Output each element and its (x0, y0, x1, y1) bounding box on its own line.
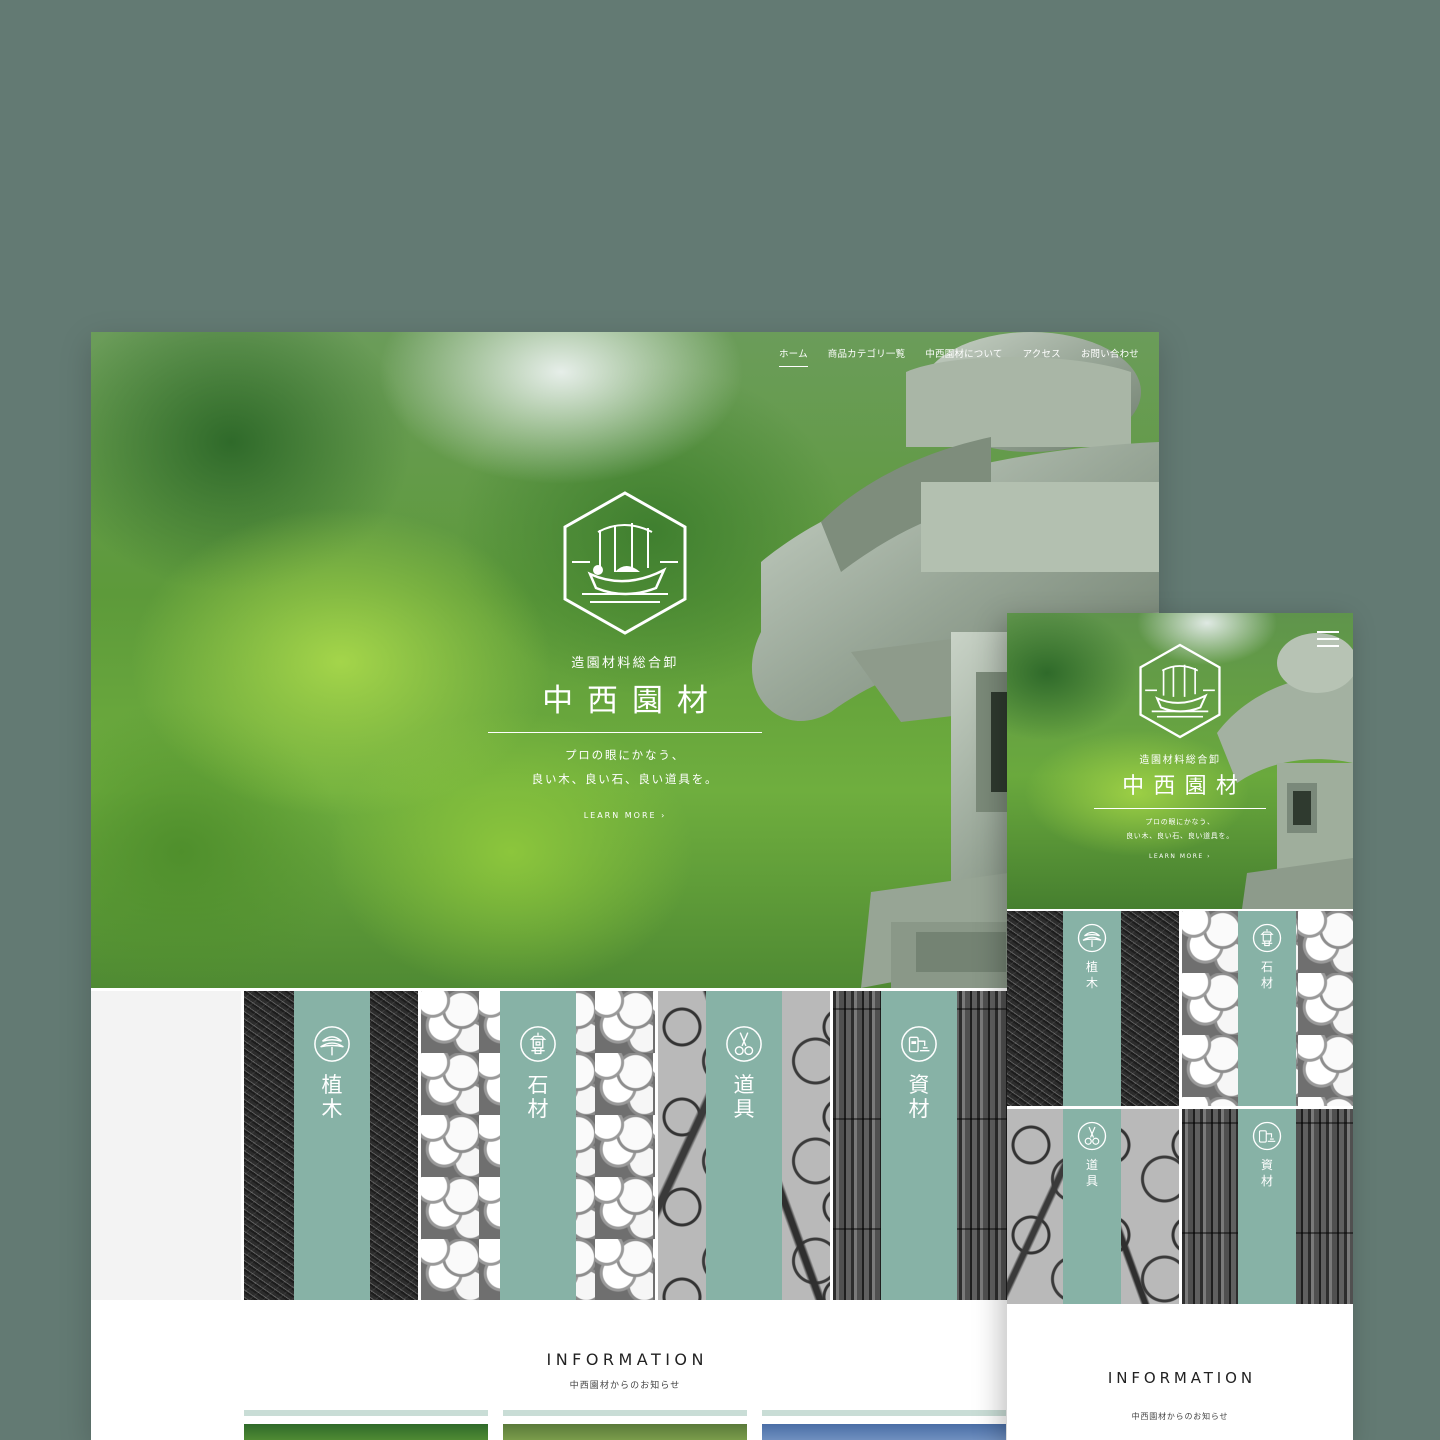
nav-home[interactable]: ホーム (778, 346, 808, 367)
mobile-hero-section: 造園材料総合卸 中西園材 プロの眼にかなう、 良い木、良い石、良い道具を。 LE… (1007, 613, 1353, 909)
category-label-line1: 植 (1085, 960, 1098, 974)
stone-lantern-icon (520, 1026, 556, 1062)
news-card-bar (503, 1410, 747, 1416)
hero-section: ホーム 商品カテゴリ一覧 中西園材について アクセス お問い合わせ 造園材料総合… (91, 332, 1159, 988)
mobile-hero-copy-line1: プロの眼にかなう、 (1145, 818, 1215, 826)
nav-categories[interactable]: 商品カテゴリ一覧 (828, 346, 906, 367)
mobile-category-tile-stone[interactable]: 石 材 (1182, 911, 1353, 1106)
stone-lantern-icon (1252, 923, 1282, 953)
nav-access[interactable]: アクセス (1023, 346, 1061, 367)
mobile-hero-copy-line2: 良い木、良い石、良い道具を。 (1126, 832, 1234, 840)
shears-icon (726, 1026, 762, 1062)
mobile-category-tile-tools[interactable]: 道 具 (1007, 1109, 1179, 1304)
sprayer-icon (1252, 1121, 1282, 1151)
category-label-line2: 木 (1085, 976, 1098, 990)
category-label-line2: 材 (908, 1097, 930, 1121)
hero-company-name: 中西園材 (542, 683, 722, 719)
category-band: 石 材 (500, 991, 576, 1300)
news-card-image (503, 1424, 747, 1440)
mobile-hero-company-name: 中西園材 (1122, 774, 1248, 799)
category-label-line2: 材 (527, 1097, 549, 1121)
category-label-line2: 材 (1260, 976, 1273, 990)
mobile-mockup: 造園材料総合卸 中西園材 プロの眼にかなう、 良い木、良い石、良い道具を。 LE… (1007, 613, 1353, 1440)
category-band: 植 木 (294, 991, 370, 1300)
pine-tree-icon (314, 1026, 350, 1062)
category-tile-trees[interactable]: 植 木 (244, 991, 418, 1300)
news-card-image (762, 1424, 1006, 1440)
category-band: 植 木 (1063, 911, 1121, 1106)
hamburger-menu-icon[interactable] (1317, 631, 1339, 647)
mobile-information-heading: INFORMATION (1107, 1369, 1256, 1387)
category-spacer (91, 991, 241, 1300)
category-band: 資 材 (1238, 1109, 1296, 1304)
news-card-bar (244, 1410, 488, 1416)
category-band: 石 材 (1238, 911, 1296, 1106)
treasure-ship-logo-icon (563, 491, 687, 635)
treasure-ship-logo-icon (1139, 643, 1221, 739)
information-section: INFORMATION 中西園材からのお知らせ (91, 1300, 1159, 1440)
category-label-line2: 木 (321, 1097, 343, 1121)
news-card[interactable] (503, 1410, 747, 1440)
learn-more-link[interactable]: LEARN MORE › (485, 811, 765, 820)
mobile-hero-kicker: 造園材料総合卸 (1139, 755, 1221, 766)
category-label-line2: 具 (1085, 1174, 1098, 1188)
hero-kicker: 造園材料総合卸 (571, 656, 679, 671)
mobile-category-grid: 植 木 石 材 道 具 資 材 (1007, 909, 1353, 1309)
global-nav: ホーム 商品カテゴリ一覧 中西園材について アクセス お問い合わせ (778, 346, 1139, 367)
category-tile-stone[interactable]: 石 材 (421, 991, 655, 1300)
news-card-image (244, 1424, 488, 1440)
category-section: 植 木 石 材 道 具 資 材 (91, 988, 1159, 1300)
mobile-learn-more-link[interactable]: LEARN MORE › (1080, 853, 1280, 860)
pine-tree-icon (1077, 923, 1107, 953)
category-band: 道 具 (706, 991, 782, 1300)
news-card-bar (762, 1410, 1006, 1416)
category-label-line1: 資 (908, 1073, 930, 1097)
category-label-line1: 資 (1260, 1158, 1273, 1172)
category-label-line2: 具 (733, 1097, 755, 1121)
hero-copy-line1: プロの眼にかなう、 (564, 748, 686, 762)
category-label-line1: 道 (1085, 1158, 1098, 1172)
category-tile-tools[interactable]: 道 具 (658, 991, 830, 1300)
category-band: 道 具 (1063, 1109, 1121, 1304)
hero-copy-line2: 良い木、良い石、良い道具を。 (531, 772, 719, 786)
sprayer-icon (901, 1026, 937, 1062)
desktop-mockup: ホーム 商品カテゴリ一覧 中西園材について アクセス お問い合わせ 造園材料総合… (91, 332, 1159, 1440)
category-label-line1: 道 (733, 1073, 755, 1097)
hero-brand: 造園材料総合卸 中西園材 プロの眼にかなう、 良い木、良い石、良い道具を。 LE… (485, 490, 765, 820)
mobile-hero-divider (1094, 808, 1266, 809)
nav-contact[interactable]: お問い合わせ (1081, 346, 1139, 367)
mobile-hero-brand: 造園材料総合卸 中西園材 プロの眼にかなう、 良い木、良い石、良い道具を。 LE… (1080, 643, 1280, 860)
category-label-line1: 植 (321, 1073, 343, 1097)
category-label-line1: 石 (527, 1073, 549, 1097)
news-card[interactable] (244, 1410, 488, 1440)
hero-divider (488, 732, 762, 733)
category-band: 資 材 (881, 991, 957, 1300)
information-subheading: 中西園材からのお知らせ (569, 1381, 681, 1391)
nav-about[interactable]: 中西園材について (925, 346, 1002, 367)
category-label-line2: 材 (1260, 1174, 1273, 1188)
news-card[interactable] (762, 1410, 1006, 1440)
category-label-line1: 石 (1260, 960, 1273, 974)
shears-icon (1077, 1121, 1107, 1151)
information-heading: INFORMATION (546, 1350, 708, 1369)
mobile-category-tile-materials[interactable]: 資 材 (1182, 1109, 1353, 1304)
mobile-category-tile-trees[interactable]: 植 木 (1007, 911, 1179, 1106)
mobile-information-subheading: 中西園材からのお知らせ (1131, 1412, 1229, 1421)
